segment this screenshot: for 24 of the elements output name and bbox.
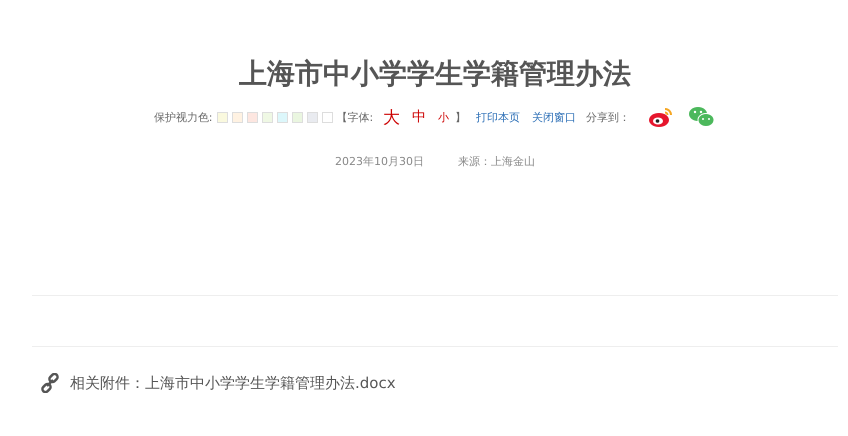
- font-size-link[interactable]: 大: [383, 106, 400, 128]
- bracket: 】: [455, 110, 466, 124]
- color-swatch[interactable]: [306, 112, 318, 122]
- font-size-label: 【字体:: [336, 110, 374, 124]
- font-size-link[interactable]: 小: [438, 110, 450, 124]
- color-swatch[interactable]: [246, 112, 258, 122]
- color-swatch[interactable]: [232, 112, 242, 122]
- color-swatch[interactable]: [322, 112, 332, 122]
- print-link[interactable]: 打印本页: [476, 110, 520, 124]
- color-swatch[interactable]: [276, 112, 288, 122]
- color-swatch[interactable]: [292, 112, 302, 122]
- font-size-link[interactable]: 中: [412, 108, 426, 126]
- wechat-icon[interactable]: [688, 106, 716, 128]
- eye-care-label: 保护视力色:: [154, 110, 212, 124]
- publish-date: 2023年10月30日: [335, 154, 424, 169]
- attachment-link[interactable]: 相关附件：上海市中小学学生学籍管理办法.docx: [70, 374, 396, 392]
- article-title: 上海市中小学学生学籍管理办法: [238, 56, 632, 92]
- close-window-link[interactable]: 关闭窗口: [532, 110, 576, 124]
- share-label: 分享到：: [586, 110, 630, 124]
- link-icon: [40, 373, 60, 393]
- color-swatch[interactable]: [216, 112, 228, 122]
- color-swatch[interactable]: [262, 112, 272, 122]
- source-text: 来源：上海金山: [458, 154, 535, 169]
- weibo-icon[interactable]: [648, 106, 674, 128]
